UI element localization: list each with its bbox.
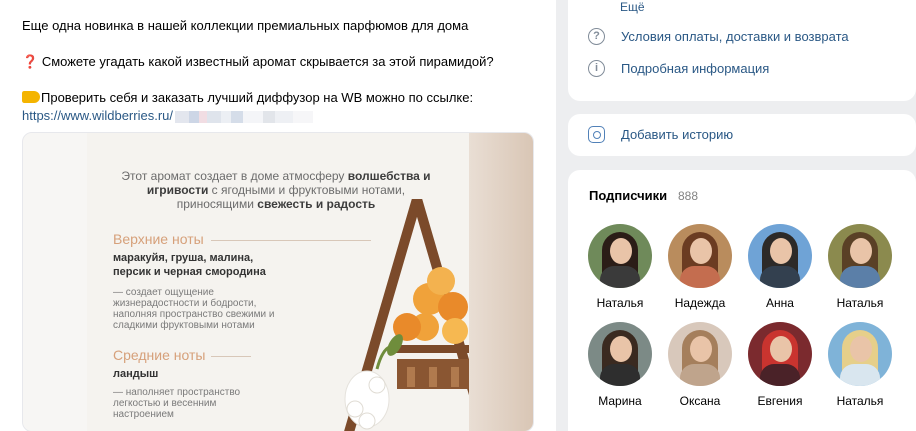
blurred-link-part — [175, 110, 313, 123]
more-link[interactable]: Ещё — [620, 0, 645, 14]
avatar-body — [600, 364, 640, 386]
avatar[interactable] — [588, 224, 652, 288]
avatar-face — [690, 336, 712, 362]
more-info-label[interactable]: Подробная информация — [621, 61, 769, 76]
mid-notes-title: Средние ноты — [113, 347, 206, 363]
avatar-face — [610, 238, 632, 264]
avatar-face — [610, 336, 632, 362]
question-circle-icon: ? — [588, 28, 605, 45]
subscriber-name[interactable]: Марина — [588, 394, 652, 408]
subscriber-item[interactable]: Наталья — [828, 322, 892, 408]
subscriber-item[interactable]: Наталья — [588, 224, 652, 310]
subscriber-item[interactable]: Марина — [588, 322, 652, 408]
more-info-link[interactable]: i Подробная информация — [588, 60, 769, 77]
subscribers-count: 888 — [678, 189, 699, 203]
payment-terms-link[interactable]: ? Условия оплаты, доставки и возврата — [588, 28, 849, 45]
subscriber-name[interactable]: Анна — [748, 296, 812, 310]
mid-notes-desc: — наполняет пространство легкостью и вес… — [113, 387, 241, 420]
avatar[interactable] — [668, 322, 732, 386]
post-link-url[interactable]: https://www.wildberries.ru/ — [22, 108, 173, 123]
subscriber-item[interactable]: Евгения — [748, 322, 812, 408]
pyramid-illustration — [344, 199, 477, 431]
post-question-text: Сможете угадать какой известный аромат с… — [41, 54, 494, 69]
avatar-face — [690, 238, 712, 264]
pointing-hand-emoji-icon — [22, 91, 40, 103]
post-card: Еще одна новинка в нашей коллекции преми… — [0, 0, 556, 431]
avatar[interactable] — [748, 322, 812, 386]
avatar-body — [760, 364, 800, 386]
subscriber-item[interactable]: Наталья — [828, 224, 892, 310]
subscriber-item[interactable]: Надежда — [668, 224, 732, 310]
avatar-face — [850, 238, 872, 264]
question-emoji-icon: ❓ — [22, 54, 39, 69]
top-notes-title: Верхние ноты — [113, 231, 204, 247]
mid-notes-list: ландыш — [113, 368, 159, 380]
post-text-line: Проверить себя и заказать лучший диффузо… — [22, 90, 473, 105]
subscriber-name[interactable]: Наталья — [588, 296, 652, 310]
subscribers-card: Подписчики 888 Наталья Надежда Анна Наталья… — [568, 170, 916, 431]
subscribers-grid: Наталья Надежда Анна Наталья Марина Оксана Евг… — [588, 224, 900, 408]
intro-plain: Этот аромат создает в доме атмосферу — [121, 169, 348, 183]
add-story-label[interactable]: Добавить историю — [621, 127, 733, 142]
subscriber-name[interactable]: Наталья — [828, 296, 892, 310]
avatar-body — [680, 266, 720, 288]
avatar-face — [850, 336, 872, 362]
subscriber-item[interactable]: Оксана — [668, 322, 732, 408]
story-card: Добавить историю — [568, 114, 916, 156]
post-text-line: Еще одна новинка в нашей коллекции преми… — [22, 18, 469, 33]
subscriber-item[interactable]: Анна — [748, 224, 812, 310]
avatar-body — [680, 364, 720, 386]
post-link[interactable]: https://www.wildberries.ru/ — [22, 108, 313, 123]
subscriber-name[interactable]: Наталья — [828, 394, 892, 408]
info-circle-icon: i — [588, 60, 605, 77]
image-main-panel: Этот аромат создает в доме атмосферу вол… — [87, 133, 477, 431]
avatar-body — [840, 266, 880, 288]
avatar-face — [770, 238, 792, 264]
avatar[interactable] — [588, 322, 652, 386]
payment-terms-label[interactable]: Условия оплаты, доставки и возврата — [621, 29, 849, 44]
image-right-panel — [469, 133, 533, 431]
top-notes-list: маракуйя, груша, малина, персик и черная… — [113, 252, 266, 278]
subscriber-name[interactable]: Оксана — [668, 394, 732, 408]
post-image[interactable]: Этот аромат создает в доме атмосферу вол… — [22, 132, 534, 431]
avatar-body — [600, 266, 640, 288]
info-card: Ещё ? Условия оплаты, доставки и возврат… — [568, 0, 916, 101]
subscribers-title[interactable]: Подписчики — [589, 188, 667, 203]
divider — [211, 356, 251, 357]
avatar[interactable] — [828, 322, 892, 386]
subscriber-name[interactable]: Надежда — [668, 296, 732, 310]
avatar-body — [840, 364, 880, 386]
avatar-body — [760, 266, 800, 288]
add-story-button[interactable]: Добавить историю — [588, 126, 733, 143]
post-cta-text: Проверить себя и заказать лучший диффузо… — [41, 90, 474, 105]
camera-icon — [588, 126, 605, 143]
avatar[interactable] — [828, 224, 892, 288]
avatar[interactable] — [668, 224, 732, 288]
avatar[interactable] — [748, 224, 812, 288]
subscriber-name[interactable]: Евгения — [748, 394, 812, 408]
post-text-line: ❓ Сможете угадать какой известный аромат… — [22, 54, 494, 70]
top-notes-desc: — создает ощущение жизнерадостности и бо… — [113, 287, 275, 331]
image-left-panel — [23, 133, 87, 431]
avatar-face — [770, 336, 792, 362]
